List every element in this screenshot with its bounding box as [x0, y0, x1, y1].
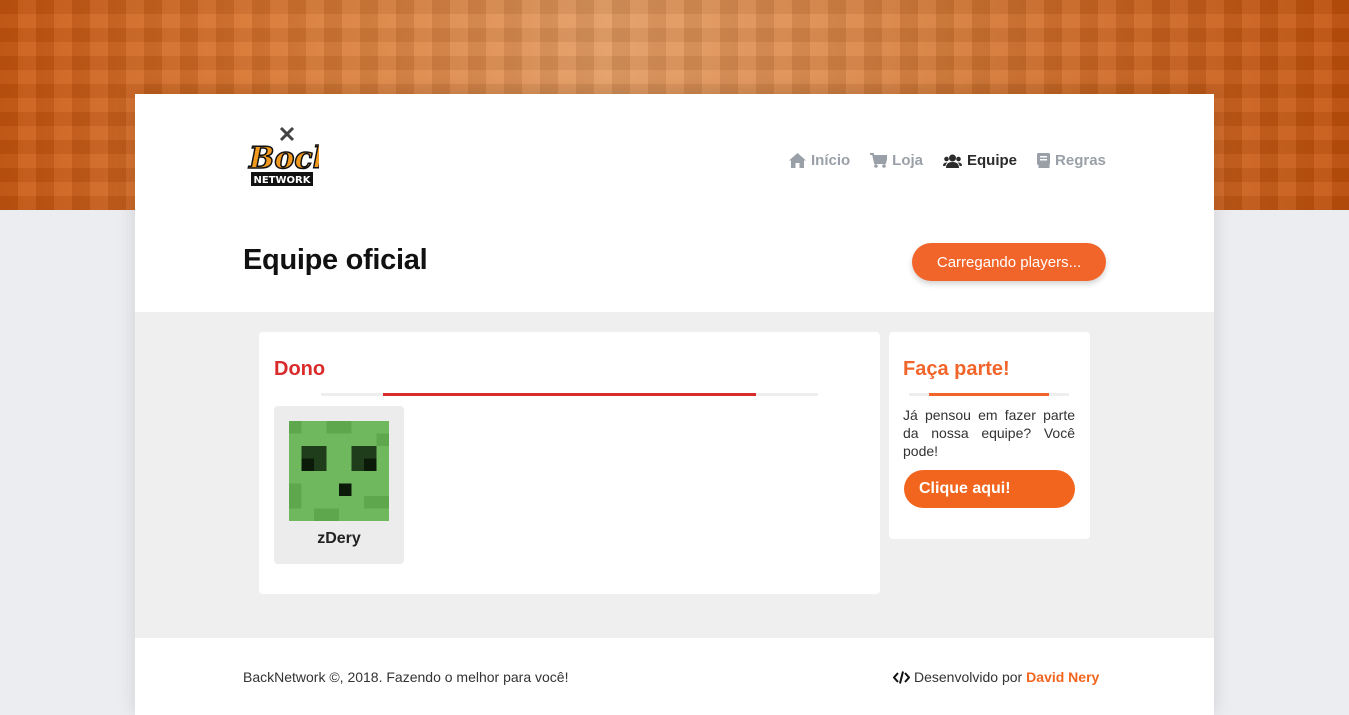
nav-item-inicio[interactable]: Início: [789, 152, 850, 169]
home-icon: [789, 153, 806, 168]
backnetwork-logo[interactable]: Bock NETWORK: [245, 124, 319, 196]
footer-credits: Desenvolvido por David Nery: [893, 669, 1099, 685]
code-icon: [893, 670, 910, 684]
content-area: Dono zDery Faça parte! Já pensou em faze…: [135, 312, 1214, 638]
section-divider: [321, 393, 818, 396]
main-panel: Bock NETWORK Início Loja: [135, 94, 1214, 715]
nav-item-regras[interactable]: Regras: [1037, 152, 1106, 169]
nav-label-loja: Loja: [892, 152, 924, 169]
join-divider-accent: [929, 393, 1049, 396]
users-icon: [943, 154, 963, 168]
nav-label-regras: Regras: [1055, 152, 1106, 169]
section-divider-accent: [383, 393, 756, 396]
footer-copyright: BackNetwork ©, 2018. Fazendo o melhor pa…: [243, 669, 569, 685]
nav-item-loja[interactable]: Loja: [870, 152, 923, 169]
footer-dev-prefix: Desenvolvido por: [914, 669, 1023, 685]
main-nav: Início Loja Equipe Regras: [789, 152, 1106, 169]
join-button[interactable]: Clique aqui!: [904, 470, 1075, 508]
footer-author-link[interactable]: David Nery: [1026, 669, 1099, 685]
join-card: Faça parte! Já pensou em fazer parte da …: [889, 332, 1090, 539]
section-title-owner: Dono: [274, 358, 326, 380]
cart-icon: [870, 153, 888, 168]
svg-text:Bock: Bock: [248, 141, 319, 176]
nav-label-inicio: Início: [811, 152, 851, 169]
member-name: zDery: [317, 530, 361, 547]
team-card: Dono zDery: [259, 332, 880, 594]
page-title: Equipe oficial: [243, 244, 428, 276]
book-icon: [1037, 153, 1051, 168]
svg-text:NETWORK: NETWORK: [253, 175, 311, 186]
join-divider: [909, 393, 1069, 396]
join-title: Faça parte!: [903, 358, 1010, 380]
nav-item-equipe[interactable]: Equipe: [943, 152, 1017, 169]
nav-label-equipe: Equipe: [967, 152, 1018, 169]
member-avatar: [289, 421, 389, 521]
member-card[interactable]: zDery: [274, 406, 404, 564]
join-text: Já pensou em fazer parte da nossa equipe…: [903, 407, 1075, 459]
loading-players-button[interactable]: Carregando players...: [912, 243, 1106, 281]
